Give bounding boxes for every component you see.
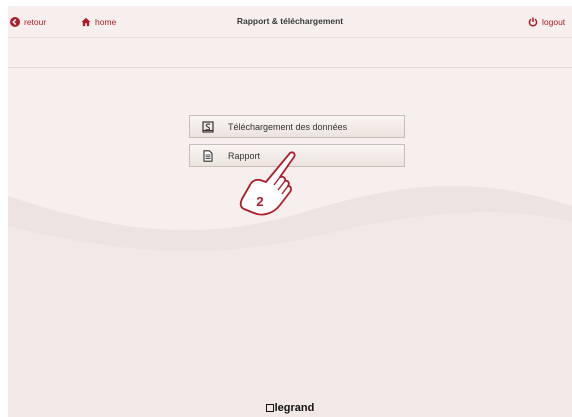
download-data-icon (202, 120, 214, 133)
download-data-label: Téléchargement des données (228, 121, 348, 132)
download-data-button[interactable]: Téléchargement des données (189, 115, 405, 138)
power-icon (528, 17, 538, 27)
legrand-logo: legrand (8, 402, 572, 414)
header-divider (8, 37, 572, 38)
report-document-icon (202, 149, 214, 162)
subheader-divider (8, 67, 572, 68)
page-title: Rapport & téléchargement (236, 16, 344, 26)
logout-button[interactable]: logout (528, 15, 565, 29)
pointing-hand-icon: 2 (239, 151, 296, 216)
step-number-label: 2 (256, 194, 263, 209)
top-bar: retour home Rapport & téléchargement log… (8, 6, 572, 36)
logout-label: logout (542, 17, 566, 27)
logo-square-icon (265, 404, 274, 412)
app-screen: retour home Rapport & téléchargement log… (8, 6, 572, 417)
brand-name: legrand (274, 402, 315, 414)
